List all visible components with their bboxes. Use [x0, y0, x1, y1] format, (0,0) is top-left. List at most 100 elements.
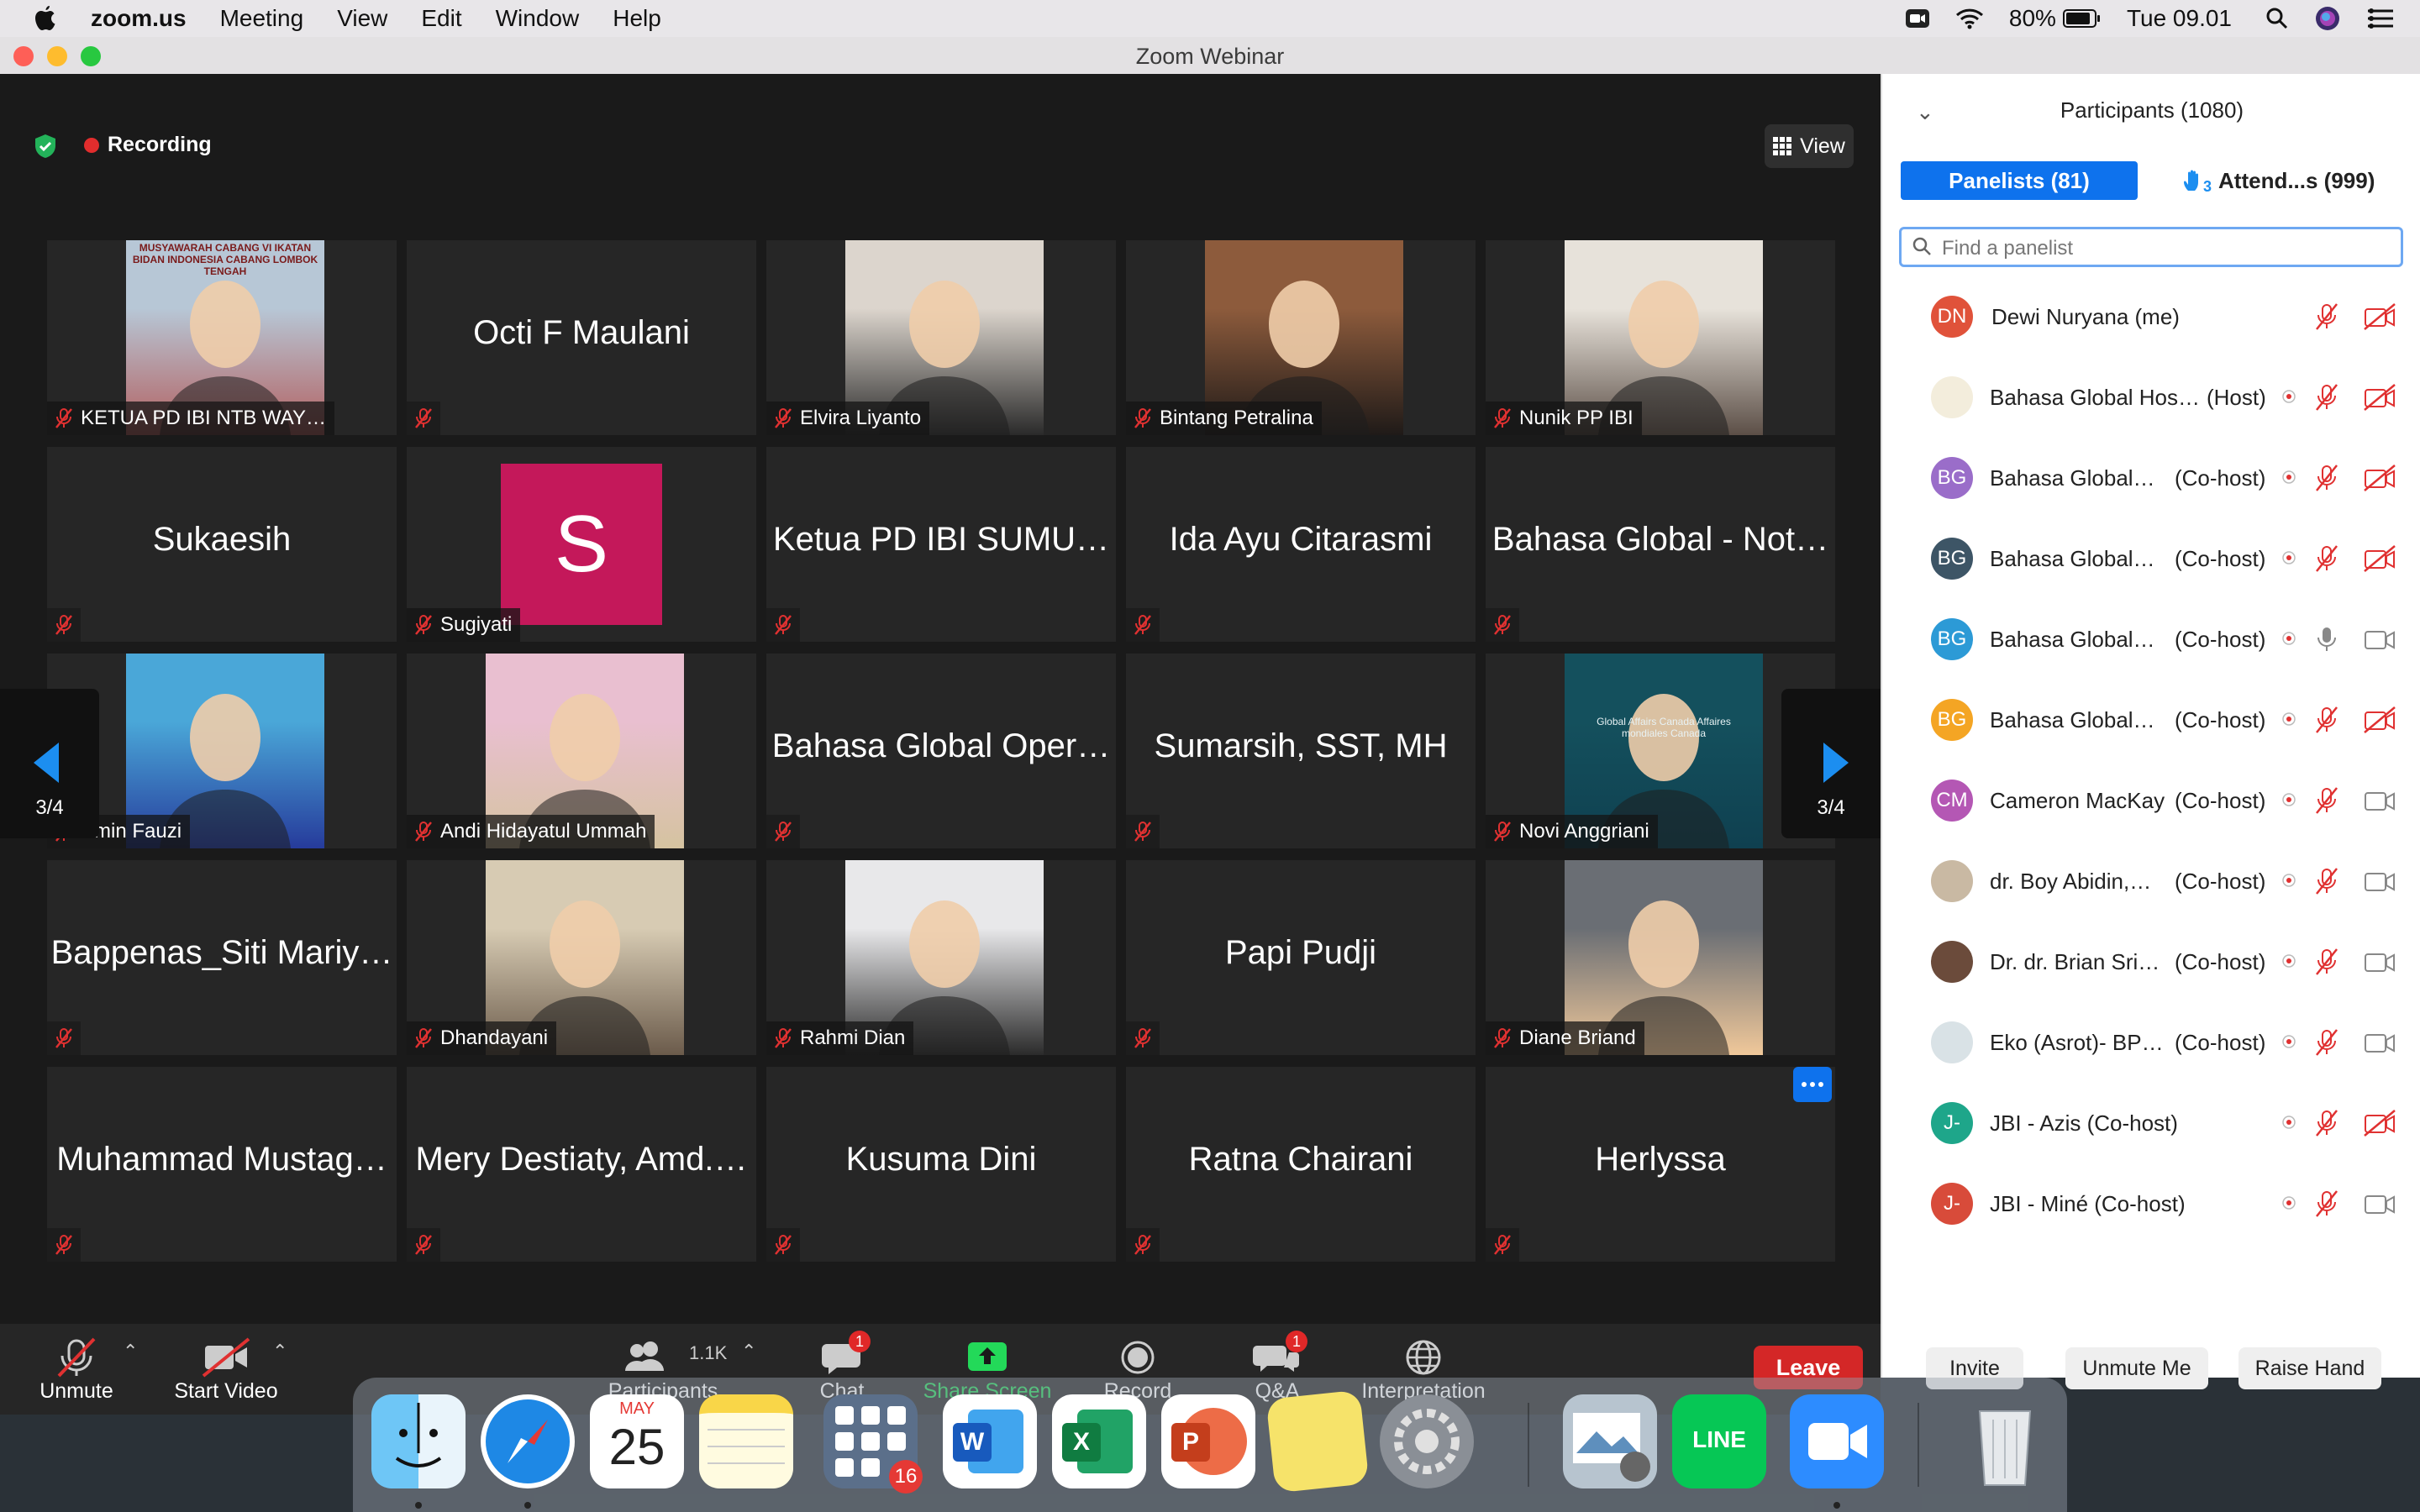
zoom-status-icon[interactable]: [1905, 8, 1930, 29]
mic-muted-icon[interactable]: [2314, 544, 2339, 577]
video-tile[interactable]: Bahasa Global - Not…: [1486, 447, 1835, 642]
spotlight-icon[interactable]: [2265, 7, 2289, 30]
video-icon[interactable]: [2363, 1028, 2396, 1061]
wifi-icon[interactable]: [1955, 8, 1984, 29]
panelist-row[interactable]: BG Bahasa Global… (Co-host): [1882, 598, 2420, 679]
mic-muted-icon[interactable]: [2314, 302, 2339, 335]
mic-muted-icon[interactable]: [2314, 1189, 2339, 1222]
video-tile[interactable]: Bappenas_Siti Mariy…: [47, 860, 397, 1055]
panelist-row[interactable]: Bahasa Global Hos… (Host): [1882, 356, 2420, 437]
panelist-row[interactable]: Eko (Asrot)- BP… (Co-host): [1882, 1001, 2420, 1082]
panelist-row[interactable]: Dr. dr. Brian Sri… (Co-host): [1882, 921, 2420, 1001]
siri-icon[interactable]: [2314, 5, 2341, 32]
safari-icon[interactable]: [481, 1394, 575, 1488]
menu-window[interactable]: Window: [496, 5, 580, 32]
recording-indicator[interactable]: Recording: [84, 133, 212, 157]
video-off-icon[interactable]: [2363, 1109, 2396, 1142]
unmute-button[interactable]: Unmute: [24, 1324, 129, 1415]
video-icon[interactable]: [2363, 1189, 2396, 1222]
panelist-row[interactable]: BG Bahasa Global… (Co-host): [1882, 517, 2420, 598]
menu-edit[interactable]: Edit: [421, 5, 461, 32]
video-icon[interactable]: [2363, 867, 2396, 900]
mic-muted-icon[interactable]: [2314, 1028, 2339, 1061]
encryption-shield-icon[interactable]: [32, 133, 59, 160]
video-off-icon[interactable]: [2363, 464, 2396, 496]
excel-icon[interactable]: X: [1052, 1394, 1146, 1488]
video-tile[interactable]: Sumarsih, SST, MH: [1126, 654, 1476, 848]
tab-attendees[interactable]: 3 Attend...s (999): [2178, 161, 2413, 200]
system-preferences-icon[interactable]: [1380, 1394, 1474, 1488]
video-tile[interactable]: Sukaesih: [47, 447, 397, 642]
mic-icon[interactable]: [2314, 625, 2339, 658]
video-off-icon[interactable]: [2363, 302, 2396, 335]
mic-muted-icon[interactable]: [2314, 706, 2339, 738]
video-tile[interactable]: Octi F Maulani: [407, 240, 756, 435]
mic-muted-icon[interactable]: [2314, 948, 2339, 980]
mic-muted-icon[interactable]: [2314, 383, 2339, 416]
video-tile[interactable]: Dhandayani: [407, 860, 756, 1055]
zoom-dock-icon[interactable]: [1790, 1394, 1884, 1488]
video-icon[interactable]: [2363, 625, 2396, 658]
video-tile[interactable]: Nunik PP IBI: [1486, 240, 1835, 435]
previous-page-button[interactable]: 3/4: [0, 689, 99, 838]
video-tile[interactable]: Muhammad Mustag…: [47, 1067, 397, 1262]
unmute-me-button[interactable]: Unmute Me: [2065, 1347, 2208, 1389]
notes-icon[interactable]: [699, 1394, 793, 1488]
trash-icon[interactable]: [1958, 1394, 2052, 1488]
video-tile[interactable]: Kusuma Dini: [766, 1067, 1116, 1262]
menu-meeting[interactable]: Meeting: [220, 5, 304, 32]
video-tile[interactable]: Amin Fauzi: [47, 654, 397, 848]
video-tile[interactable]: Bahasa Global Oper…: [766, 654, 1116, 848]
audio-options-caret-icon[interactable]: ⌃: [123, 1341, 138, 1362]
line-icon[interactable]: LINE: [1672, 1394, 1766, 1488]
control-center-icon[interactable]: [2366, 7, 2395, 30]
battery-icon[interactable]: [2062, 8, 2102, 29]
video-tile[interactable]: Mery Destiaty, Amd.…: [407, 1067, 756, 1262]
video-off-icon[interactable]: [2363, 706, 2396, 738]
video-tile[interactable]: Diane Briand: [1486, 860, 1835, 1055]
powerpoint-icon[interactable]: P: [1161, 1394, 1255, 1488]
mic-muted-icon[interactable]: [2314, 867, 2339, 900]
video-off-icon[interactable]: [2363, 544, 2396, 577]
panelist-row[interactable]: dr. Boy Abidin,… (Co-host): [1882, 840, 2420, 921]
video-tile[interactable]: Ida Ayu Citarasmi: [1126, 447, 1476, 642]
video-tile[interactable]: S Sugiyati: [407, 447, 756, 642]
video-tile[interactable]: Ketua PD IBI SUMU…: [766, 447, 1116, 642]
mic-muted-icon[interactable]: [2314, 1109, 2339, 1142]
start-video-button[interactable]: Start Video: [166, 1324, 286, 1415]
panelist-row[interactable]: BG Bahasa Global… (Co-host): [1882, 437, 2420, 517]
next-page-button[interactable]: 3/4: [1781, 689, 1881, 838]
menu-view[interactable]: View: [337, 5, 387, 32]
video-tile[interactable]: MUSYAWARAH CABANG VI IKATAN BIDAN INDONE…: [47, 240, 397, 435]
video-tile[interactable]: Andi Hidayatul Ummah: [407, 654, 756, 848]
preview-icon[interactable]: [1563, 1394, 1657, 1488]
menu-app-name[interactable]: zoom.us: [91, 5, 187, 32]
apple-icon[interactable]: [32, 4, 59, 33]
video-icon[interactable]: [2363, 948, 2396, 980]
panelist-row[interactable]: J- JBI - Miné (Co-host): [1882, 1163, 2420, 1243]
panelist-row[interactable]: J- JBI - Azis (Co-host): [1882, 1082, 2420, 1163]
view-button[interactable]: View: [1765, 124, 1854, 168]
video-options-caret-icon[interactable]: ⌃: [272, 1341, 287, 1362]
launchpad-icon[interactable]: 16: [823, 1394, 923, 1494]
tile-more-options-button[interactable]: [1793, 1067, 1832, 1102]
video-icon[interactable]: [2363, 786, 2396, 819]
tab-panelists[interactable]: Panelists (81): [1901, 161, 2138, 200]
stickies-icon[interactable]: [1265, 1389, 1370, 1494]
finder-icon[interactable]: [371, 1394, 466, 1488]
video-tile[interactable]: Bintang Petralina: [1126, 240, 1476, 435]
calendar-icon[interactable]: MAY 25: [590, 1394, 684, 1488]
video-tile[interactable]: Rahmi Dian: [766, 860, 1116, 1055]
mic-muted-icon[interactable]: [2314, 464, 2339, 496]
participants-caret-icon[interactable]: ⌃: [741, 1341, 756, 1362]
search-input[interactable]: [1940, 234, 2389, 263]
panelist-row[interactable]: BG Bahasa Global… (Co-host): [1882, 679, 2420, 759]
video-off-icon[interactable]: [2363, 383, 2396, 416]
mic-muted-icon[interactable]: [2314, 786, 2339, 819]
video-tile[interactable]: Herlyssa: [1486, 1067, 1835, 1262]
video-tile[interactable]: Elvira Liyanto: [766, 240, 1116, 435]
clock[interactable]: Tue 09.01: [2127, 5, 2232, 32]
video-tile[interactable]: Ratna Chairani: [1126, 1067, 1476, 1262]
menu-help[interactable]: Help: [613, 5, 661, 32]
raise-hand-button[interactable]: Raise Hand: [2238, 1347, 2381, 1389]
